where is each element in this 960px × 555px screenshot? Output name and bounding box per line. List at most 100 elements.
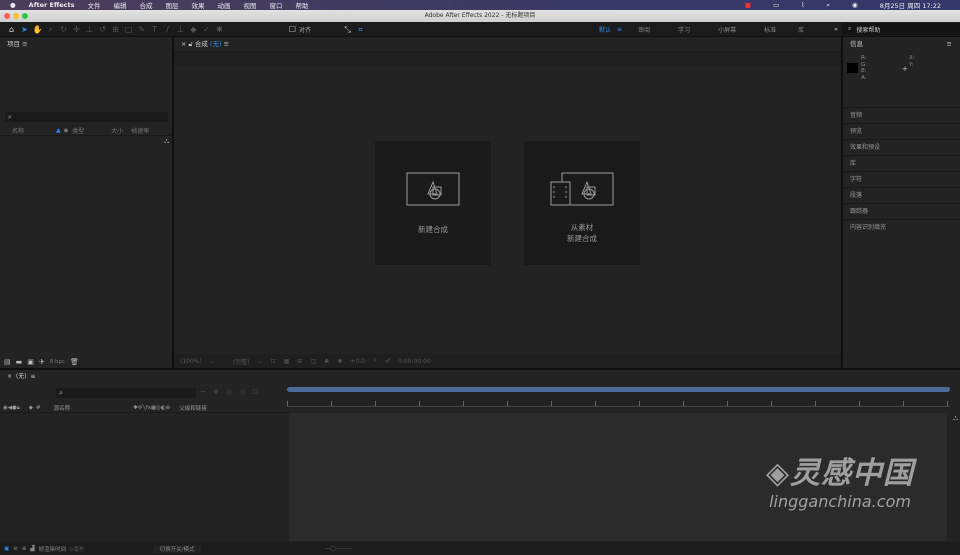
color-icon[interactable]: ♣: [324, 358, 329, 365]
control-center-icon[interactable]: ◉: [852, 1, 858, 9]
close-tab-icon[interactable]: ×: [181, 40, 186, 48]
lock-icon[interactable]: 🔓︎: [189, 40, 193, 48]
snapshot-icon[interactable]: ⌾: [373, 357, 377, 365]
exposure-value[interactable]: +0.0: [350, 358, 365, 365]
comp-button-icon[interactable]: ⛬: [953, 414, 958, 423]
puppet-tool-icon[interactable]: ✱: [214, 24, 225, 35]
text-tool-icon[interactable]: T: [149, 24, 160, 35]
in-out-icon[interactable]: ⊕: [22, 546, 27, 552]
panel-libraries[interactable]: 库: [843, 155, 960, 171]
anchor-tool-icon[interactable]: ⊞: [110, 24, 121, 35]
snap-feature-icon[interactable]: ⌗: [355, 24, 366, 35]
clock[interactable]: 8月25日 周四 17:22: [880, 0, 941, 10]
menu-composition[interactable]: 合成: [139, 0, 152, 10]
time-ruler[interactable]: [287, 401, 950, 407]
menu-help[interactable]: 帮助: [295, 0, 308, 10]
menu-effect[interactable]: 效果: [191, 0, 204, 10]
close-button[interactable]: [4, 13, 10, 19]
transparency-icon[interactable]: ▦: [284, 358, 290, 365]
workspace-learn[interactable]: 学习: [678, 25, 690, 34]
render-icon[interactable]: ✈: [39, 358, 45, 366]
panel-character[interactable]: 字符: [843, 171, 960, 187]
minimize-button[interactable]: [13, 13, 19, 19]
panel-content-aware-fill[interactable]: 内容识别填充: [843, 219, 960, 235]
new-comp-from-footage-card[interactable]: 从素材 新建合成: [524, 141, 640, 265]
timeline-switches[interactable]: ⌐❖◎◎⊡: [200, 388, 265, 396]
menu-edit[interactable]: 编辑: [113, 0, 126, 10]
menu-file[interactable]: 文件: [87, 0, 100, 10]
column-name[interactable]: 名称: [12, 126, 24, 135]
roto-tool-icon[interactable]: ✓: [201, 24, 212, 35]
search-icon[interactable]: ⌕: [826, 1, 830, 10]
workspace-libraries[interactable]: 库: [798, 25, 804, 34]
pan-tool-icon[interactable]: ✛: [71, 24, 82, 35]
workspace-review[interactable]: 审阅: [638, 25, 650, 34]
interpret-footage-icon[interactable]: ▤: [4, 358, 11, 366]
menu-view[interactable]: 视图: [243, 0, 256, 10]
layer-switches-icon[interactable]: ▣: [4, 546, 9, 552]
av-switches-icons[interactable]: ◉◀●🔒︎: [3, 405, 20, 412]
rectangle-tool-icon[interactable]: □: [123, 24, 134, 35]
zoom-button[interactable]: [22, 13, 28, 19]
dolly-tool-icon[interactable]: ⊥: [84, 24, 95, 35]
eraser-tool-icon[interactable]: ◆: [188, 24, 199, 35]
brush-tool-icon[interactable]: /: [162, 24, 173, 35]
toggle-switches-modes[interactable]: 切换开关/模式: [153, 544, 201, 553]
panel-audio[interactable]: 音频: [843, 107, 960, 123]
selection-tool-icon[interactable]: ➤: [19, 24, 30, 35]
bpc-button[interactable]: 8 bpc: [50, 359, 65, 365]
panel-paragraph[interactable]: 段落: [843, 187, 960, 203]
snap-edge-icon[interactable]: ⤡: [342, 24, 353, 35]
stamp-tool-icon[interactable]: ⊥: [175, 24, 186, 35]
column-size[interactable]: 大小: [111, 126, 123, 135]
column-fps[interactable]: 帧速率: [131, 126, 149, 135]
timeline-tab[interactable]: × (无) ≡: [0, 370, 960, 384]
battery-icon[interactable]: ▭: [773, 1, 779, 9]
new-folder-icon[interactable]: ▬: [16, 358, 23, 366]
snap-checkbox[interactable]: ☐: [287, 24, 298, 35]
project-search-input[interactable]: ⌕: [5, 112, 168, 122]
magnification-dropdown[interactable]: (100%): [180, 358, 202, 365]
menu-window[interactable]: 窗口: [269, 0, 282, 10]
mask-icon[interactable]: ◫: [310, 358, 316, 365]
help-search-input[interactable]: ⌕ 搜索帮助: [842, 23, 960, 35]
panel-menu-icon[interactable]: ≡: [947, 37, 952, 51]
zoom-slider[interactable]: —◯———: [325, 546, 353, 552]
flowchart-icon[interactable]: ⛬: [164, 137, 169, 146]
close-tab-icon[interactable]: ×: [7, 373, 12, 380]
region-icon[interactable]: ⊡: [271, 358, 276, 365]
render-time-icon[interactable]: ▟: [30, 546, 34, 552]
new-composition-card[interactable]: 新建合成: [375, 141, 491, 265]
record-icon[interactable]: ■: [745, 1, 751, 9]
menu-app[interactable]: After Effects: [29, 1, 75, 9]
panel-tracker[interactable]: 跟踪器: [843, 203, 960, 219]
workspace-standard[interactable]: 标准: [764, 25, 776, 34]
column-parent[interactable]: 父级和链接: [179, 404, 207, 412]
composition-tab[interactable]: × 🔓︎ 合成 (无) ≡: [174, 37, 841, 52]
panel-preview[interactable]: 预览: [843, 123, 960, 139]
more-workspaces-icon[interactable]: »: [834, 26, 838, 33]
resolution-dropdown[interactable]: (完整): [233, 357, 250, 366]
grid-icon[interactable]: ⊞: [297, 358, 302, 365]
sort-icon[interactable]: ▲: [56, 127, 61, 134]
panel-menu-icon[interactable]: ≡: [224, 40, 229, 48]
modes-icon[interactable]: ⊘: [13, 546, 18, 552]
rotate-tool-icon[interactable]: ↺: [97, 24, 108, 35]
panel-menu-icon[interactable]: ≡: [22, 40, 27, 48]
workspace-small-screen[interactable]: 小屏幕: [718, 25, 736, 34]
pen-tool-icon[interactable]: ✎: [136, 24, 147, 35]
column-type[interactable]: 类型: [72, 126, 84, 135]
wifi-icon[interactable]: ⌇: [801, 1, 804, 9]
workspace-menu-icon[interactable]: ≡: [617, 26, 622, 33]
panel-effects-presets[interactable]: 效果和预设: [843, 139, 960, 155]
new-comp-icon[interactable]: ▣: [27, 358, 34, 366]
home-icon[interactable]: ⌂: [6, 24, 17, 35]
show-snapshot-icon[interactable]: ♂: [385, 358, 390, 365]
orbit-tool-icon[interactable]: ↻: [58, 24, 69, 35]
zoom-tool-icon[interactable]: ⌕: [45, 24, 56, 35]
hand-tool-icon[interactable]: ✋: [32, 24, 43, 35]
panel-menu-icon[interactable]: ≡: [30, 373, 35, 380]
apple-icon[interactable]: ●: [10, 1, 16, 9]
menu-animation[interactable]: 动画: [217, 0, 230, 10]
menu-layer[interactable]: 图层: [165, 0, 178, 10]
